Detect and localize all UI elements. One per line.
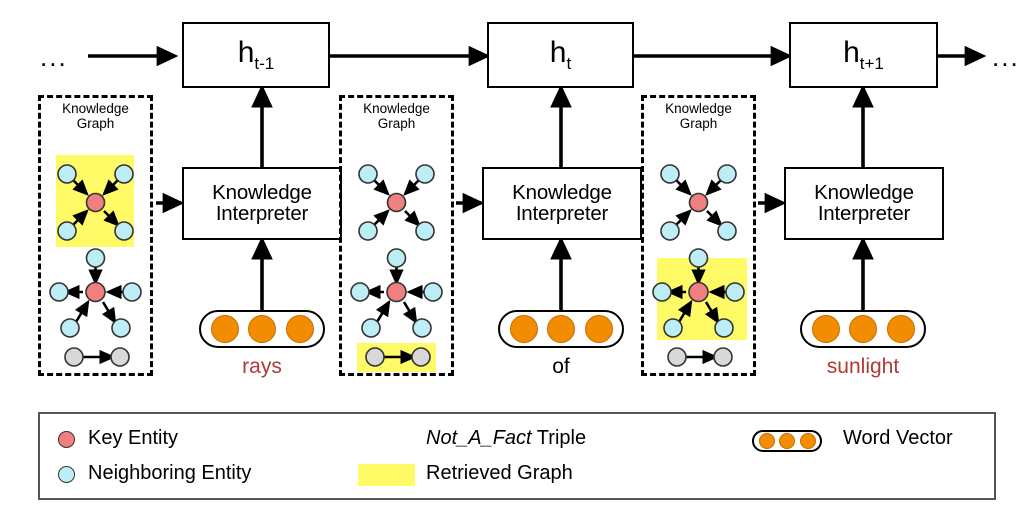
interpreter-label-line2-2: Interpreter: [515, 201, 609, 225]
word-vector-dot: [811, 315, 840, 343]
knowledge-interpreter-box-2[interactable]: Knowledge Interpreter: [482, 167, 642, 240]
legend-word-vector-label: Word Vector: [843, 427, 953, 449]
word-vector-dot: [210, 315, 239, 343]
hidden-state-label-t-plus-1: ht+1: [843, 35, 884, 73]
word-vector-dot: [285, 315, 314, 343]
legend-retrieved-graph-icon: [358, 464, 415, 486]
word-vector-capsule-1[interactable]: [199, 310, 325, 348]
interpreter-label-line1-2: Knowledge: [512, 180, 612, 204]
legend-neighboring-entity-label: Neighboring Entity: [88, 462, 252, 484]
hidden-state-box-t[interactable]: ht: [487, 22, 634, 88]
legend-not-a-fact-label: Not_A_Fact Triple: [426, 427, 587, 449]
legend-word-vector-icon: [752, 430, 822, 452]
word-vector-capsule-3[interactable]: [800, 310, 926, 348]
knowledge-interpreter-box-3[interactable]: Knowledge Interpreter: [784, 167, 944, 240]
word-label-3: sunlight: [826, 355, 900, 378]
knowledge-graph-panel-3[interactable]: Knowledge Graph: [641, 95, 756, 376]
word-label-1: rays: [242, 355, 282, 378]
interpreter-label-line1-1: Knowledge: [212, 180, 312, 204]
knowledge-graph-title-2: Knowledge Graph: [363, 101, 430, 131]
interpreter-label-line2-1: Interpreter: [215, 201, 309, 225]
hidden-state-box-t-minus-1[interactable]: ht-1: [182, 22, 330, 88]
word-vector-dot: [248, 315, 276, 343]
knowledge-interpreter-box-1[interactable]: Knowledge Interpreter: [182, 167, 342, 240]
hidden-state-label-t: ht: [549, 35, 572, 73]
interpreter-label-line2-3: Interpreter: [817, 201, 911, 225]
leading-ellipsis: ...: [40, 42, 68, 72]
knowledge-graph-title-1: Knowledge Graph: [62, 101, 129, 131]
word-vector-dot: [509, 315, 538, 343]
trailing-ellipsis: ...: [992, 42, 1020, 72]
word-vector-capsule-2[interactable]: [498, 310, 624, 348]
legend-key-entity-icon: [58, 431, 75, 448]
word-label-2: of: [552, 355, 570, 378]
legend-retrieved-graph-label: Retrieved Graph: [426, 462, 573, 484]
legend-key-entity-label: Key Entity: [88, 427, 179, 449]
word-vector-dot: [584, 315, 613, 343]
knowledge-graph-panel-1[interactable]: Knowledge Graph: [38, 95, 153, 376]
hidden-state-box-t-plus-1[interactable]: ht+1: [789, 22, 938, 88]
interpreter-label-line1-3: Knowledge: [814, 180, 914, 204]
hidden-state-label-t-minus-1: ht-1: [237, 35, 275, 73]
knowledge-graph-panel-2[interactable]: Knowledge Graph: [339, 95, 454, 376]
legend-neighboring-entity-icon: [58, 466, 75, 483]
word-vector-dot: [886, 315, 915, 343]
diagram-canvas: ... ... ht-1 ht ht+1 Knowledge Interpret…: [0, 0, 1032, 524]
legend-panel: Key Entity Not_A_Fact Triple Word Vector…: [38, 412, 996, 500]
knowledge-graph-title-3: Knowledge Graph: [665, 101, 732, 131]
word-vector-dot: [849, 315, 877, 343]
word-vector-dot: [547, 315, 575, 343]
